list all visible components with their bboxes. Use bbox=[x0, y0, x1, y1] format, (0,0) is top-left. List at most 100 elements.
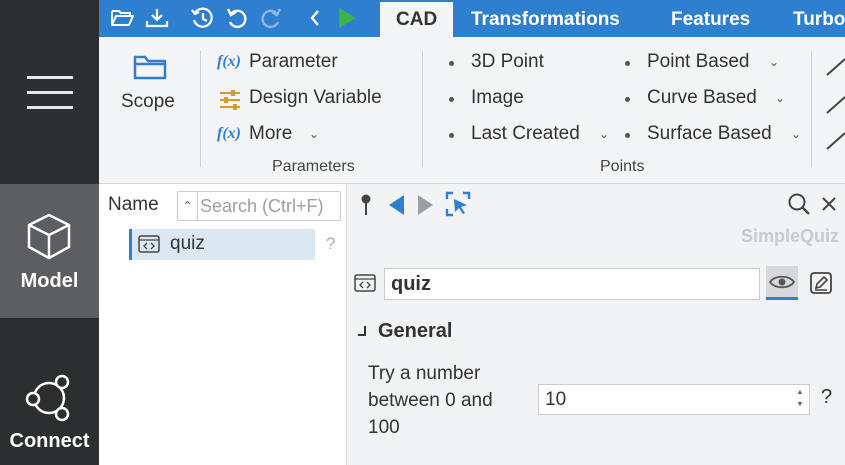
bullet-icon bbox=[449, 61, 454, 66]
open-folder-button[interactable] bbox=[110, 6, 134, 30]
chevron-down-icon: ⌄ bbox=[775, 91, 786, 105]
collapse-icon[interactable] bbox=[358, 326, 366, 336]
undo-button[interactable] bbox=[225, 6, 249, 30]
brand-label: SimpleQuiz bbox=[740, 226, 839, 246]
tree-header-name: Name bbox=[108, 194, 159, 215]
bullet-icon bbox=[625, 61, 630, 66]
parameters-group-label: Parameters bbox=[272, 158, 355, 175]
chevron-left-icon bbox=[310, 10, 319, 26]
left-rail: Model Connect bbox=[0, 0, 99, 465]
folder-open-icon bbox=[111, 10, 134, 26]
properties-panel: SimpleQuiz General Try a number between … bbox=[348, 184, 845, 465]
search-input[interactable] bbox=[200, 194, 338, 218]
graph-icon bbox=[25, 374, 70, 422]
tree-item-help[interactable]: ? bbox=[326, 234, 335, 254]
close-button[interactable] bbox=[818, 192, 840, 216]
surface-based-label: Surface Based bbox=[647, 123, 772, 144]
visibility-toggle[interactable] bbox=[766, 266, 798, 300]
scope-button[interactable]: Scope bbox=[113, 51, 183, 121]
last-created-button[interactable]: Last Created ⌄ bbox=[449, 123, 614, 147]
top-toolbar: CAD Transformations Features Turbo bbox=[99, 0, 845, 37]
curve-based-label: Curve Based bbox=[647, 87, 757, 108]
download-icon bbox=[145, 9, 169, 28]
edit-button[interactable] bbox=[808, 270, 834, 296]
hamburger-menu-button[interactable] bbox=[0, 0, 99, 184]
parameter-label: Parameter bbox=[249, 51, 338, 72]
image-label: Image bbox=[471, 87, 524, 108]
bullet-icon bbox=[625, 97, 630, 102]
back-button[interactable] bbox=[303, 6, 327, 30]
spin-arrows[interactable]: ▲ ▼ bbox=[793, 387, 807, 413]
more-parameters-button[interactable]: f(x) More ⌄ bbox=[217, 123, 337, 147]
bullet-icon bbox=[449, 133, 454, 138]
tab-features[interactable]: Features bbox=[671, 2, 750, 37]
divider bbox=[811, 51, 812, 167]
ribbon: Scope f(x) Parameter Design Variable f(x… bbox=[99, 37, 845, 184]
surface-based-button[interactable]: Surface Based ⌄ bbox=[625, 123, 805, 147]
code-object-icon bbox=[354, 274, 376, 292]
redo-button[interactable] bbox=[259, 6, 283, 30]
code-object-icon bbox=[138, 235, 160, 253]
lines-icon[interactable] bbox=[825, 51, 845, 151]
design-variable-button[interactable]: Design Variable bbox=[217, 87, 417, 111]
more-label: More bbox=[249, 123, 293, 144]
undo-icon bbox=[226, 8, 247, 29]
number-spinbox: ▲▼ bbox=[538, 384, 810, 415]
edit-icon bbox=[810, 272, 832, 294]
object-name-input[interactable] bbox=[384, 268, 760, 300]
design-variable-label: Design Variable bbox=[249, 87, 382, 108]
cube-icon bbox=[27, 213, 71, 260]
field-help-icon[interactable]: ? bbox=[821, 386, 832, 409]
sidebar-item-model[interactable]: Model bbox=[0, 184, 99, 318]
sidebar-item-label: Connect bbox=[9, 430, 90, 452]
tree-search: ⌃ bbox=[177, 191, 341, 221]
history-icon bbox=[191, 7, 213, 28]
sidebar-item-connect[interactable]: Connect bbox=[0, 318, 99, 465]
eye-icon bbox=[769, 275, 795, 288]
tab-transformations[interactable]: Transformations bbox=[471, 2, 620, 37]
divider bbox=[422, 51, 423, 167]
play-icon bbox=[339, 8, 356, 28]
history-button[interactable] bbox=[190, 6, 214, 30]
sliders-icon bbox=[220, 90, 240, 110]
3d-point-label: 3D Point bbox=[471, 51, 544, 72]
run-button[interactable] bbox=[335, 6, 359, 30]
tab-cad[interactable]: CAD bbox=[380, 2, 454, 37]
download-button[interactable] bbox=[145, 6, 169, 30]
function-icon: f(x) bbox=[217, 125, 241, 142]
chevron-down-icon: ⌄ bbox=[599, 127, 610, 141]
chevron-down-icon: ⌄ bbox=[309, 127, 320, 141]
chevron-up-icon[interactable]: ⌃ bbox=[178, 192, 198, 220]
point-based-button[interactable]: Point Based ⌄ bbox=[625, 51, 785, 75]
select-target-button[interactable] bbox=[444, 190, 472, 218]
folder-icon bbox=[133, 55, 167, 80]
points-group-label: Points bbox=[600, 158, 645, 175]
bullet-icon bbox=[449, 97, 454, 102]
close-icon bbox=[822, 197, 836, 211]
bullet-icon bbox=[625, 133, 630, 138]
triangle-left-icon bbox=[389, 195, 404, 215]
number-input[interactable] bbox=[545, 387, 785, 413]
tree-item-label: quiz bbox=[170, 233, 205, 254]
image-button[interactable]: Image bbox=[449, 87, 569, 111]
parameter-button[interactable]: f(x) Parameter bbox=[217, 51, 417, 75]
tab-turbo[interactable]: Turbo bbox=[793, 2, 845, 37]
sidebar-item-label: Model bbox=[20, 270, 79, 292]
curve-based-button[interactable]: Curve Based ⌄ bbox=[625, 87, 790, 111]
function-icon: f(x) bbox=[217, 53, 241, 70]
pin-button[interactable] bbox=[356, 192, 376, 218]
divider bbox=[200, 51, 201, 167]
object-tree-panel: Name ⌃ quiz ? bbox=[99, 184, 347, 465]
3d-point-button[interactable]: 3D Point bbox=[449, 51, 569, 75]
section-general-title[interactable]: General bbox=[378, 320, 452, 343]
search-button[interactable] bbox=[786, 190, 812, 218]
previous-button[interactable] bbox=[384, 192, 408, 218]
hamburger-icon bbox=[26, 76, 73, 109]
next-button[interactable] bbox=[414, 192, 438, 218]
point-based-label: Point Based bbox=[647, 51, 750, 72]
search-icon bbox=[788, 193, 810, 215]
pin-icon bbox=[361, 194, 371, 215]
triangle-right-icon bbox=[418, 195, 433, 215]
last-created-label: Last Created bbox=[471, 123, 580, 144]
tree-item[interactable]: quiz bbox=[129, 229, 315, 260]
